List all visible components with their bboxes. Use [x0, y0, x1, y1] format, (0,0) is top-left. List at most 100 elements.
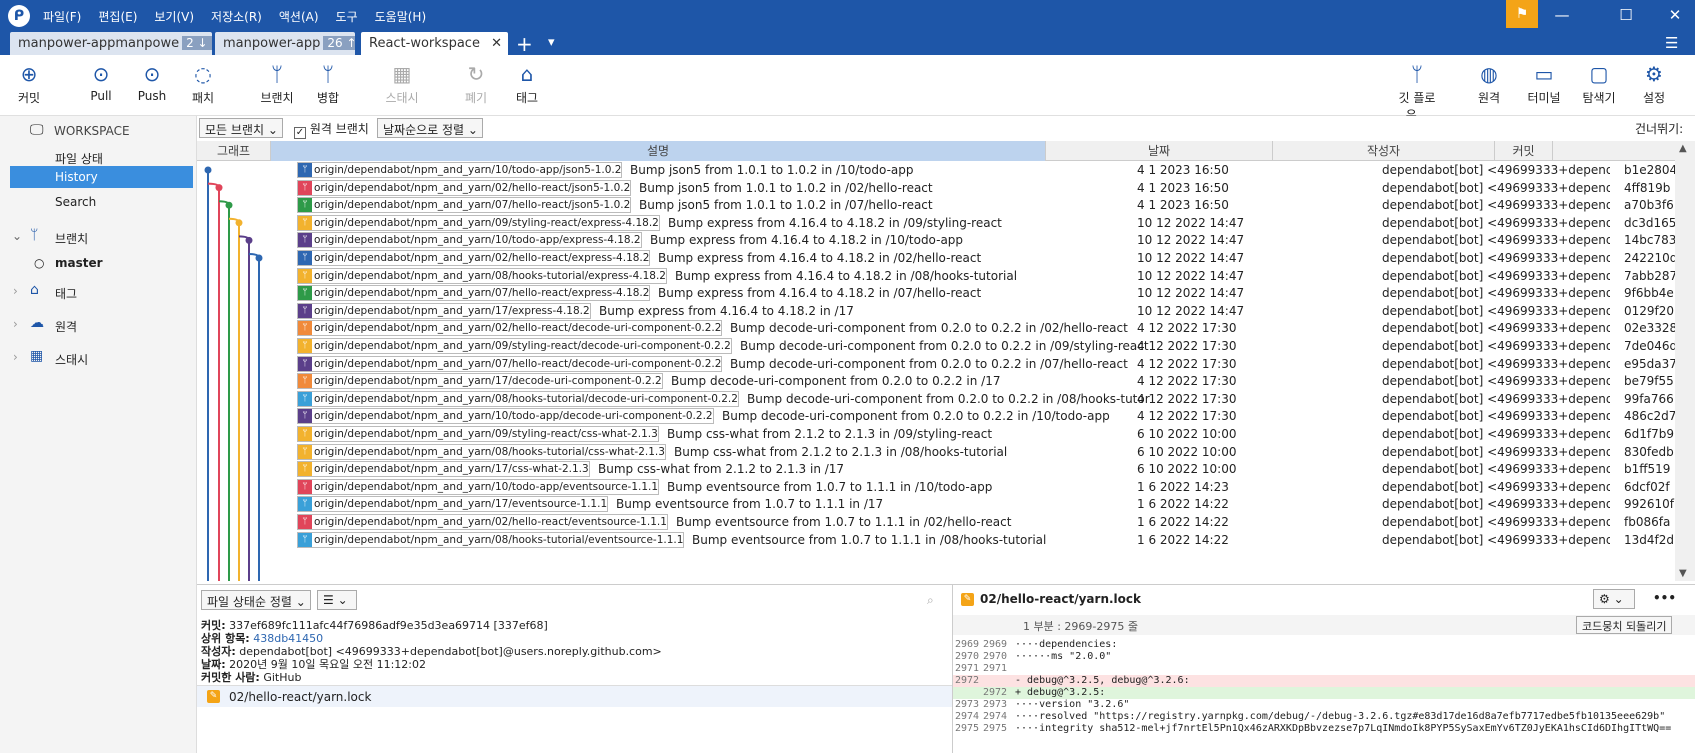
tab-react-workspace[interactable]: React-workspace ✕ [361, 32, 508, 55]
commit-row[interactable]: ᛘ origin/dependabot/npm_and_yarn/02/hello… [197, 249, 1675, 268]
commit-row[interactable]: ᛘ origin/dependabot/npm_and_yarn/09/styli… [197, 337, 1675, 356]
remote-branch-icon: ᛘ [298, 497, 312, 512]
commit-message: Bump express from 4.16.4 to 4.18.2 in /0… [658, 251, 982, 265]
commit-author: dependabot[bot] <49699333+dependabot [1382, 233, 1610, 248]
toolbar-right-button-1[interactable]: ◍ 원격 [1464, 61, 1514, 106]
toolbar-label: 폐기 [464, 91, 488, 105]
diff-settings-dropdown[interactable]: ⚙ ⌄ [1593, 589, 1635, 609]
toolbar-button-4[interactable]: ᛘ 브랜치 [252, 61, 302, 106]
scroll-down-icon[interactable]: ▼ [1679, 568, 1687, 579]
commit-row[interactable]: ᛘ origin/dependabot/npm_and_yarn/17/css-w… [197, 460, 1675, 479]
commit-row[interactable]: ᛘ origin/dependabot/npm_and_yarn/08/hooks… [197, 443, 1675, 462]
commit-author: dependabot[bot] <49699333+dependabot [1382, 497, 1610, 512]
tab-close-icon[interactable]: ✕ [491, 36, 502, 51]
revert-hunk-button[interactable]: 코드뭉치 되돌리기 [1576, 616, 1673, 634]
toolbar-button-3[interactable]: ◌ 패치 [178, 61, 228, 106]
sidebar-remotes-group[interactable]: › ☁ 원격 [0, 314, 197, 336]
branch-icon: ᛘ [30, 227, 39, 243]
toolbar-button-6[interactable]: ▦ 스태시 [377, 61, 427, 106]
changed-file-item[interactable]: ✎ 02/hello-react/yarn.lock [197, 685, 952, 707]
author-label: 작성자: [201, 645, 236, 658]
old-line-number: 2973 [955, 699, 980, 710]
toolbar-right-button-0[interactable]: ᛘ깃 플로우... [1392, 61, 1442, 123]
commit-row[interactable]: ᛘ origin/dependabot/npm_and_yarn/07/hello… [197, 355, 1675, 374]
sidebar-tags-group[interactable]: › ⌂ 태그 [0, 281, 197, 303]
commit-row[interactable]: ᛘ origin/dependabot/npm_and_yarn/08/hooks… [197, 531, 1675, 550]
commit-row[interactable]: ᛘ origin/dependabot/npm_and_yarn/17/event… [197, 495, 1675, 514]
commit-row[interactable]: ᛘ origin/dependabot/npm_and_yarn/10/todo-… [197, 407, 1675, 426]
commit-message: Bump json5 from 1.0.1 to 1.0.2 in /10/to… [630, 163, 914, 177]
sidebar-item-history[interactable]: History [10, 166, 193, 188]
commit-row[interactable]: ᛘ origin/dependabot/npm_and_yarn/07/hello… [197, 196, 1675, 215]
toolbar-button-0[interactable]: ⊕ 커밋 [4, 61, 54, 106]
scroll-up-icon[interactable]: ▲ [1679, 143, 1687, 154]
toolbar-right-button-2[interactable]: ▭ 터미널 [1519, 61, 1569, 106]
commit-row[interactable]: ᛘ origin/dependabot/npm_and_yarn/17/expre… [197, 302, 1675, 321]
sidebar-stashes-group[interactable]: › ▦ 스태시 [0, 347, 197, 369]
commit-row[interactable]: ᛘ origin/dependabot/npm_and_yarn/17/decod… [197, 372, 1675, 391]
commit-row[interactable]: ᛘ origin/dependabot/npm_and_yarn/09/styli… [197, 214, 1675, 233]
commit-message: Bump express from 4.16.4 to 4.18.2 in /0… [668, 215, 1002, 230]
diff-line: 2972 + debug@^3.2.5: [953, 687, 1695, 699]
commit-row[interactable]: ᛘ origin/dependabot/npm_and_yarn/02/hello… [197, 319, 1675, 338]
more-options-icon[interactable]: ••• [1653, 591, 1676, 605]
minimize-icon[interactable]: — [1547, 6, 1577, 24]
parent-hash-link[interactable]: 438db41450 [253, 632, 323, 645]
commit-row[interactable]: ᛘ origin/dependabot/npm_and_yarn/10/todo-… [197, 478, 1675, 497]
column-commit[interactable]: 커밋 [1495, 141, 1553, 161]
column-author[interactable]: 작성자 [1273, 141, 1495, 161]
menu-item-3[interactable]: 저장소(R) [211, 8, 262, 25]
menu-item-4[interactable]: 액션(A) [279, 8, 319, 25]
branch-filter-dropdown[interactable]: 모든 브랜치 ⌄ [199, 118, 283, 138]
commit-history-list[interactable]: ᛘ origin/dependabot/npm_and_yarn/10/todo-… [197, 161, 1675, 581]
toolbar-icon: ↻ [467, 62, 485, 86]
column-graph[interactable]: 그래프 [197, 141, 271, 161]
menu-item-2[interactable]: 보기(V) [154, 8, 194, 25]
toolbar-button-2[interactable]: ⊙ Push [127, 61, 177, 103]
hamburger-menu-icon[interactable]: ☰ [1665, 34, 1678, 52]
tab-menu-button[interactable]: ▾ [548, 35, 555, 50]
commit-row[interactable]: ᛘ origin/dependabot/npm_and_yarn/07/hello… [197, 284, 1675, 303]
commit-author: dependabot[bot] <49699333+dependabot [1382, 163, 1610, 177]
maximize-icon[interactable]: ☐ [1611, 6, 1641, 24]
commit-row[interactable]: ᛘ origin/dependabot/npm_and_yarn/02/hello… [197, 513, 1675, 532]
sidebar-branches-group[interactable]: ⌄ ᛘ 브랜치 [0, 226, 197, 248]
toolbar-button-5[interactable]: ᛘ 병합 [303, 61, 353, 106]
commit-row[interactable]: ᛘ origin/dependabot/npm_and_yarn/08/hooks… [197, 390, 1675, 409]
add-tab-button[interactable]: + [516, 32, 533, 56]
commit-row[interactable]: ᛘ origin/dependabot/npm_and_yarn/10/todo-… [197, 161, 1675, 180]
commit-row[interactable]: ᛘ origin/dependabot/npm_and_yarn/02/hello… [197, 179, 1675, 198]
view-mode-dropdown[interactable]: ☰ ⌄ [317, 590, 357, 610]
branch-item-master[interactable]: ○ master [0, 252, 197, 274]
column-date[interactable]: 날짜 [1046, 141, 1273, 161]
commit-row[interactable]: ᛘ origin/dependabot/npm_and_yarn/10/todo-… [197, 231, 1675, 250]
tab-manpower-app[interactable]: manpower-app 26 ↑ [215, 32, 355, 55]
menu-item-0[interactable]: 파일(F) [43, 8, 81, 25]
diff-line-text: ····dependencies: [1015, 639, 1118, 650]
menu-item-6[interactable]: 도움말(H) [375, 8, 427, 25]
remote-branch-checkbox[interactable]: ✓ 원격 브랜치 [294, 120, 369, 139]
flag-icon[interactable]: ⚑ [1506, 0, 1538, 28]
file-sort-dropdown[interactable]: 파일 상태순 정렬 ⌄ [201, 590, 311, 610]
toolbar-button-1[interactable]: ⊙ Pull [76, 61, 126, 103]
toolbar-button-8[interactable]: ⌂ 태그 [502, 61, 552, 106]
column-description[interactable]: 설명 [271, 141, 1046, 161]
menu-item-1[interactable]: 편집(E) [98, 8, 137, 25]
commit-message: Bump eventsource from 1.0.7 to 1.1.1 in … [667, 479, 993, 494]
toolbar-right-button-4[interactable]: ⚙ 설정 [1629, 61, 1679, 106]
tab-manpower-appmanpower[interactable]: manpower-appmanpowe 2 ↓ [10, 32, 212, 55]
toolbar-right-button-3[interactable]: ▢ 탐색기 [1574, 61, 1624, 106]
commit-row[interactable]: ᛘ origin/dependabot/npm_and_yarn/08/hooks… [197, 267, 1675, 286]
sidebar-item-search[interactable]: Search [0, 191, 197, 213]
commit-row[interactable]: ᛘ origin/dependabot/npm_and_yarn/09/styli… [197, 425, 1675, 444]
tab-count-badge: 26 ↑ [323, 36, 355, 50]
history-scrollbar[interactable]: ▲ ▼ [1675, 141, 1695, 581]
sort-order-dropdown[interactable]: 날짜순으로 정렬 ⌄ [377, 118, 483, 138]
menu-item-5[interactable]: 도구 [336, 8, 358, 25]
toolbar-button-7[interactable]: ↻ 폐기 [451, 61, 501, 106]
sidebar-item-file-status[interactable]: 파일 상태 [0, 146, 197, 168]
close-window-icon[interactable]: ✕ [1660, 6, 1690, 24]
commit-message: Bump express from 4.16.4 to 4.18.2 in /0… [675, 268, 1018, 283]
tab-label: manpower-appmanpowe [18, 36, 180, 51]
search-icon[interactable]: ⌕ [927, 593, 934, 608]
